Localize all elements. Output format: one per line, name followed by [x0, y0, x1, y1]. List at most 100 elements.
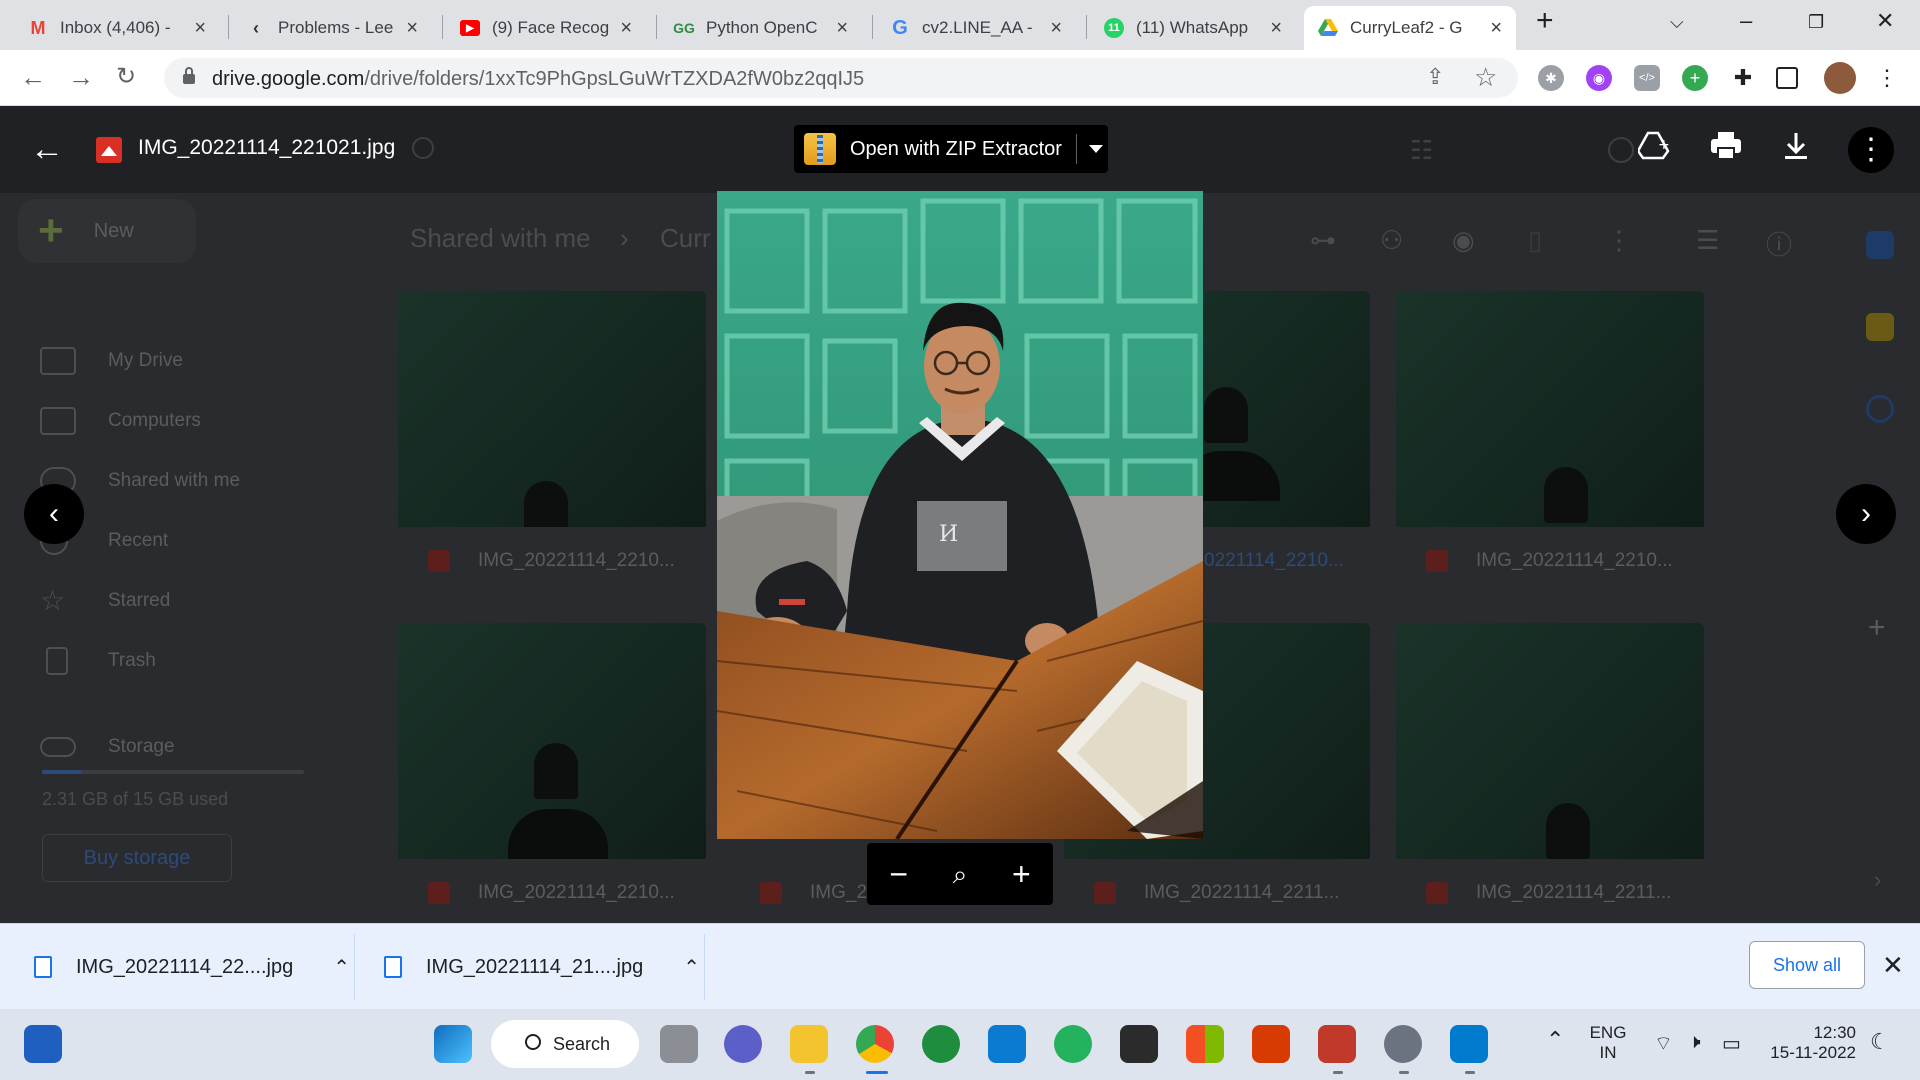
close-tab-icon[interactable]: ×	[406, 17, 418, 40]
download-icon[interactable]	[1782, 131, 1810, 171]
print-icon[interactable]	[1710, 131, 1742, 171]
chrome-menu-icon[interactable]: ⋮	[1874, 65, 1900, 91]
expand-panel-icon[interactable]: ›	[1874, 867, 1881, 893]
file-thumbnail[interactable]	[398, 623, 706, 859]
tab-search-chevron-icon[interactable]: ⌵	[1670, 12, 1684, 33]
dropdown-caret-icon[interactable]	[1088, 145, 1103, 153]
list-view-icon[interactable]: ☰	[1696, 225, 1719, 256]
info-icon[interactable]: ⓘ	[1766, 225, 1792, 262]
clock[interactable]: 12:30 15-11-2022	[1766, 1023, 1856, 1063]
taskbar-search[interactable]: Search	[491, 1020, 639, 1068]
bookmark-star-icon[interactable]: ☆	[1474, 62, 1497, 93]
maps-icon[interactable]	[922, 1025, 960, 1063]
close-tab-icon[interactable]: ×	[1490, 17, 1502, 40]
close-tab-icon[interactable]: ×	[620, 17, 632, 40]
language-indicator[interactable]: ENG IN	[1588, 1023, 1628, 1063]
preview-eye-icon[interactable]: ◉	[1452, 225, 1475, 256]
add-addon-icon[interactable]: +	[1868, 611, 1886, 645]
start-windows-icon[interactable]	[434, 1025, 472, 1063]
profile-avatar[interactable]	[1824, 62, 1856, 94]
file-thumbnail[interactable]	[398, 291, 706, 527]
nav-starred[interactable]: ☆ Starred	[40, 583, 170, 619]
nav-my-drive[interactable]: My Drive	[40, 343, 183, 379]
restore-button[interactable]: ❐	[1808, 12, 1824, 33]
tab-youtube[interactable]: ▶ (9) Face Recog ×	[446, 6, 646, 50]
extension-plus-icon[interactable]: +	[1682, 65, 1708, 91]
nav-storage[interactable]: Storage	[40, 729, 175, 765]
tab-gmail[interactable]: M Inbox (4,406) - ×	[14, 6, 220, 50]
share-icon[interactable]: ⇪	[1426, 64, 1444, 90]
file-name-row[interactable]: IMG_20221114_2210...	[398, 859, 706, 927]
extensions-puzzle-icon[interactable]: ✚	[1730, 65, 1756, 91]
download-item[interactable]: IMG_20221114_22....jpg ⌃	[34, 924, 350, 1010]
speaker-muted-icon[interactable]: 🕨	[1688, 1031, 1701, 1054]
microsoft-store-icon[interactable]	[1186, 1025, 1224, 1063]
forward-arrow-icon[interactable]: →	[68, 62, 94, 92]
file-name-row[interactable]: IMG_20221114_2211...	[1396, 859, 1704, 927]
teams-chat-icon[interactable]	[724, 1025, 762, 1063]
tab-leetcode[interactable]: ‹ Problems - Lee ×	[232, 6, 432, 50]
breadcrumb-shared[interactable]: Shared with me	[410, 223, 591, 254]
tab-geeksforgeeks[interactable]: GG Python OpenC ×	[660, 6, 862, 50]
chevron-up-icon[interactable]: ⌃	[333, 955, 350, 980]
next-image-chevron-icon[interactable]: ›	[1836, 484, 1896, 544]
tab-google-search[interactable]: G cv2.LINE_AA - ×	[876, 6, 1076, 50]
link-icon[interactable]: ⊶	[1310, 225, 1336, 256]
file-name-row[interactable]: IMG_20221114_2210...	[1396, 527, 1704, 595]
close-tab-icon[interactable]: ×	[1270, 17, 1282, 40]
task-view-icon[interactable]	[660, 1025, 698, 1063]
reload-icon[interactable]: ↻	[116, 62, 136, 92]
close-tab-icon[interactable]: ×	[194, 17, 206, 40]
file-name-row[interactable]: IMG_20221114_2210...	[398, 527, 706, 595]
extension-bug-icon[interactable]: ✱	[1538, 65, 1564, 91]
chevron-up-icon[interactable]: ⌃	[683, 955, 700, 980]
battery-icon[interactable]: ▭	[1722, 1031, 1741, 1056]
chrome-icon[interactable]	[856, 1025, 894, 1063]
nav-trash[interactable]: Trash	[40, 643, 156, 679]
more-vert-icon[interactable]: ⋮	[1606, 225, 1632, 256]
wifi-icon[interactable]: ⌔	[1654, 1031, 1673, 1056]
notifications-moon-icon[interactable]: ☾	[1870, 1029, 1890, 1055]
zoom-magnifier-icon[interactable]: ⌕	[953, 858, 968, 890]
file-thumbnail[interactable]	[1396, 291, 1704, 527]
show-hidden-icons-chevron-icon[interactable]: ⌃	[1546, 1027, 1564, 1053]
file-name-row[interactable]: IMG_20221114_2211...	[1064, 859, 1372, 927]
vscode-icon[interactable]	[1450, 1025, 1488, 1063]
breadcrumb-current[interactable]: Curr	[660, 223, 711, 254]
matlab-icon[interactable]	[1318, 1025, 1356, 1063]
back-arrow-icon[interactable]: ←	[20, 62, 46, 92]
add-person-icon[interactable]: ⚇	[1380, 225, 1403, 256]
close-shelf-icon[interactable]: ✕	[1882, 950, 1904, 981]
address-bar[interactable]: drive.google.com/drive/folders/1xxTc9PhG…	[164, 58, 1518, 98]
window-close-button[interactable]: ✕	[1876, 8, 1894, 34]
widgets-icon[interactable]	[24, 1025, 62, 1063]
more-actions-icon[interactable]: ⋮	[1848, 127, 1894, 173]
tab-google-drive[interactable]: CurryLeaf2 - G ×	[1304, 6, 1516, 50]
calendar-icon[interactable]	[1866, 231, 1894, 259]
tab-whatsapp[interactable]: 11 (11) WhatsApp ×	[1090, 6, 1296, 50]
minimize-button[interactable]: –	[1740, 8, 1752, 34]
office-icon[interactable]	[1252, 1025, 1290, 1063]
open-with-button[interactable]: Open with ZIP Extractor	[794, 125, 1108, 173]
close-tab-icon[interactable]: ×	[1050, 17, 1062, 40]
side-panel-icon[interactable]	[1776, 67, 1798, 89]
terminal-icon[interactable]	[1120, 1025, 1158, 1063]
file-thumbnail[interactable]	[1396, 623, 1704, 859]
whatsapp-app-icon[interactable]	[1054, 1025, 1092, 1063]
extension-code-icon[interactable]: </>	[1634, 65, 1660, 91]
new-tab-button[interactable]: +	[1536, 4, 1554, 38]
extension-ai-icon[interactable]: ◉	[1586, 65, 1612, 91]
show-all-button[interactable]: Show all	[1749, 941, 1865, 989]
close-viewer-arrow-icon[interactable]: ←	[30, 129, 70, 169]
keep-icon[interactable]	[1866, 313, 1894, 341]
add-to-drive-icon[interactable]: +	[1636, 131, 1672, 171]
settings-gear-icon[interactable]	[1384, 1025, 1422, 1063]
zoom-in-icon[interactable]: +	[1012, 858, 1031, 890]
remote-desktop-icon[interactable]	[988, 1025, 1026, 1063]
nav-computers[interactable]: Computers	[40, 403, 201, 439]
buy-storage-button[interactable]: Buy storage	[42, 834, 232, 882]
file-explorer-icon[interactable]	[790, 1025, 828, 1063]
previous-image-chevron-icon[interactable]: ‹	[24, 484, 84, 544]
download-item[interactable]: IMG_20221114_21....jpg ⌃	[384, 924, 700, 1010]
zoom-out-icon[interactable]: −	[889, 858, 908, 890]
